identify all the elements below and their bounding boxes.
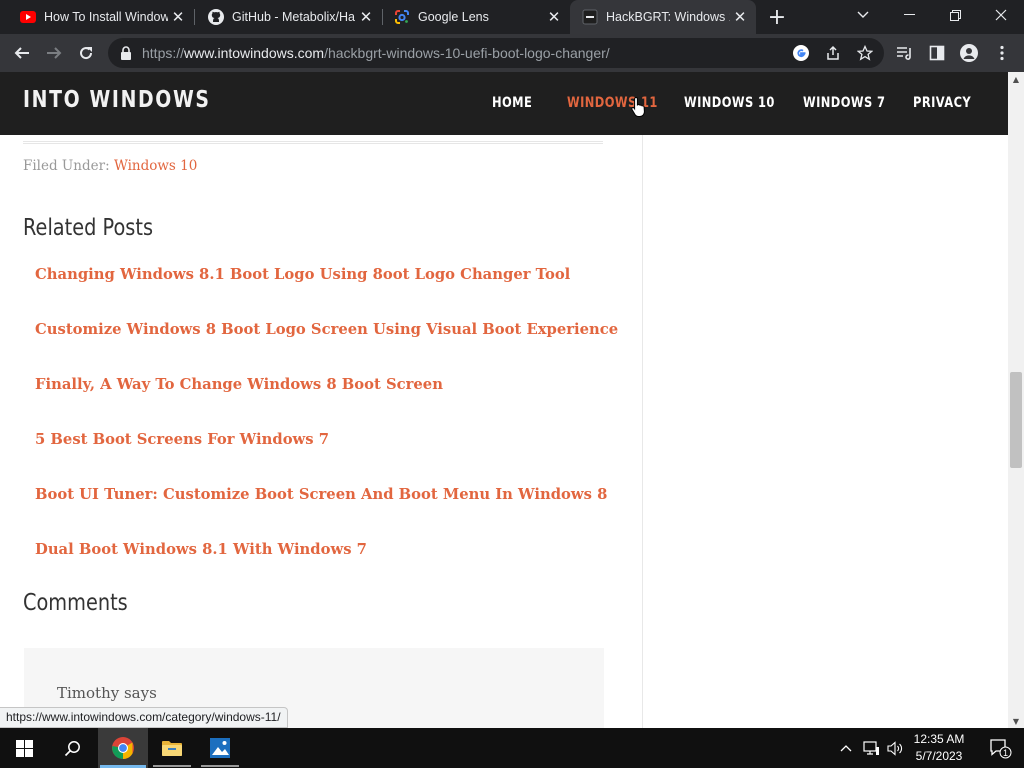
kebab-menu-icon[interactable] [992, 43, 1012, 63]
lock-icon [121, 46, 131, 60]
tab-google-lens[interactable]: Google Lens ✕ [374, 0, 570, 34]
close-tab-icon[interactable]: ✕ [168, 7, 188, 27]
side-panel-icon[interactable] [927, 43, 947, 63]
browser-toolbar: https://www.intowindows.com/hackbgrt-win… [0, 34, 1024, 72]
forward-button[interactable] [41, 40, 67, 66]
tab-title: HackBGRT: Windows 1( [606, 10, 730, 24]
page-scrollbar[interactable]: ▲ ▼ [1008, 72, 1024, 728]
scrollbar-thumb[interactable] [1010, 372, 1022, 468]
nav-windows-7[interactable]: WINDOWS 7 [803, 95, 885, 111]
related-post-link[interactable]: Dual Boot Windows 8.1 With Windows 7 [35, 540, 367, 558]
chevron-up-icon[interactable] [836, 728, 856, 768]
network-icon[interactable] [860, 728, 882, 768]
google-icon[interactable] [792, 44, 810, 62]
chrome-icon [112, 737, 134, 759]
share-icon[interactable] [824, 44, 842, 62]
bookmark-star-icon[interactable] [856, 44, 874, 62]
nav-windows-10[interactable]: WINDOWS 10 [684, 95, 775, 111]
related-posts-heading: Related Posts [23, 215, 154, 241]
file-explorer-button[interactable] [148, 728, 196, 768]
tab-strip: How To Install Windows ✕ GitHub - Metabo… [0, 0, 1024, 34]
notification-icon: 1 [990, 739, 1012, 759]
page-viewport: INTO WINDOWS HOME WINDOWS 11 WINDOWS 10 … [0, 72, 1008, 728]
site-title-link[interactable]: INTO WINDOWS [23, 87, 211, 113]
nav-home[interactable]: HOME [492, 95, 532, 111]
open-app-indicator [153, 765, 191, 767]
tab-hackbgrt[interactable]: HackBGRT: Windows 1( ✕ [570, 0, 756, 34]
restore-button[interactable] [932, 0, 978, 30]
back-arrow-icon [14, 47, 29, 59]
related-post-link[interactable]: Customize Windows 8 Boot Logo Screen Usi… [35, 320, 618, 338]
open-app-indicator [201, 765, 239, 767]
windows-logo-icon [15, 739, 33, 757]
related-post-link[interactable]: Boot UI Tuner: Customize Boot Screen And… [35, 485, 607, 503]
scroll-down-arrow-icon[interactable]: ▼ [1008, 714, 1024, 728]
system-clock[interactable]: 12:35 AM 5/7/2023 [906, 731, 972, 765]
search-button[interactable] [48, 728, 96, 768]
site-header: INTO WINDOWS HOME WINDOWS 11 WINDOWS 10 … [0, 72, 1008, 135]
filed-under: Filed Under: Windows 10 [23, 158, 197, 174]
windows-taskbar: 12:35 AM 5/7/2023 1 [0, 728, 1024, 768]
photos-button[interactable] [196, 728, 244, 768]
clock-date: 5/7/2023 [915, 749, 963, 763]
related-post-link[interactable]: Finally, A Way To Change Windows 8 Boot … [35, 375, 443, 393]
comments-heading: Comments [23, 590, 128, 616]
new-tab-button[interactable]: + [766, 5, 788, 30]
sidebar-divider [642, 135, 643, 728]
nav-privacy[interactable]: PRIVACY [913, 95, 971, 111]
reload-icon [80, 47, 93, 60]
tab-title: How To Install Windows [44, 10, 168, 24]
content-divider [23, 141, 603, 144]
folder-icon [162, 741, 182, 756]
url-text: https://www.intowindows.com/hackbgrt-win… [142, 45, 610, 61]
tab-youtube[interactable]: How To Install Windows ✕ [0, 0, 194, 34]
link-status-bubble: https://www.intowindows.com/category/win… [0, 707, 288, 728]
back-button[interactable] [9, 40, 35, 66]
chevron-down-icon [857, 11, 869, 18]
address-bar[interactable]: https://www.intowindows.com/hackbgrt-win… [108, 38, 884, 68]
search-icon [64, 740, 80, 756]
related-post-link[interactable]: 5 Best Boot Screens For Windows 7 [35, 430, 329, 448]
minimize-button[interactable] [886, 0, 932, 30]
reading-list-icon[interactable] [895, 43, 915, 63]
github-icon [208, 9, 224, 25]
google-lens-icon [394, 9, 410, 25]
tab-github[interactable]: GitHub - Metabolix/Ha ✕ [188, 0, 382, 34]
related-post-link[interactable]: Changing Windows 8.1 Boot Logo Using 8oo… [35, 265, 570, 283]
scroll-up-arrow-icon[interactable]: ▲ [1008, 72, 1024, 86]
volume-icon[interactable] [884, 728, 906, 768]
notification-count: 1 [1003, 748, 1008, 758]
photos-icon [210, 738, 230, 758]
reload-button[interactable] [73, 40, 99, 66]
tab-title: GitHub - Metabolix/Ha [232, 10, 355, 24]
minimize-icon [903, 14, 915, 15]
category-link[interactable]: Windows 10 [114, 158, 197, 174]
tab-search-button[interactable] [840, 0, 886, 30]
tab-title: Google Lens [418, 10, 489, 24]
close-icon [995, 9, 1007, 21]
restore-icon [949, 9, 961, 21]
close-tab-icon[interactable]: ✕ [356, 7, 376, 27]
action-center-button[interactable]: 1 [976, 728, 1024, 768]
into-windows-favicon [582, 9, 598, 25]
start-button[interactable] [0, 728, 48, 768]
hand-cursor-icon [631, 96, 645, 117]
close-tab-icon[interactable]: ✕ [730, 7, 750, 27]
clock-time: 12:35 AM [913, 732, 965, 746]
chrome-taskbar-button[interactable] [98, 728, 148, 768]
youtube-icon [20, 9, 36, 25]
forward-arrow-icon [47, 47, 62, 59]
comment-author: Timothy says [57, 684, 157, 702]
close-window-button[interactable] [978, 0, 1024, 30]
close-tab-icon[interactable]: ✕ [544, 7, 564, 27]
profile-avatar-icon[interactable] [959, 43, 979, 63]
filed-under-label: Filed Under: [23, 158, 110, 174]
